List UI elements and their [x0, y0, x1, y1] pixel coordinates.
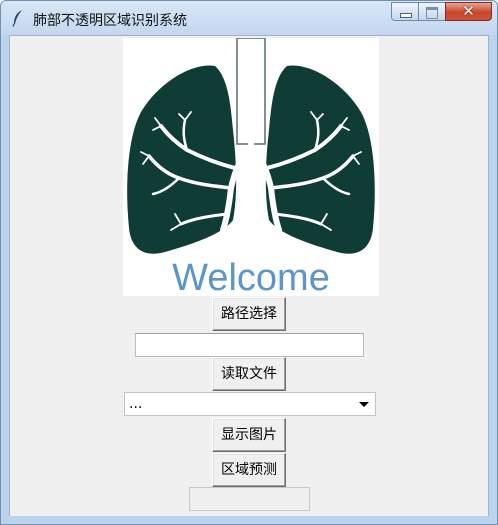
- show-image-button[interactable]: 显示图片: [212, 418, 286, 452]
- window-bottom-border: [1, 516, 497, 524]
- maximize-icon: [426, 7, 438, 19]
- maximize-button[interactable]: [418, 2, 445, 21]
- result-field: [189, 487, 310, 511]
- close-button[interactable]: ✕: [445, 2, 492, 21]
- title-bar: 肺部不透明区域识别系统 ✕: [1, 1, 497, 35]
- predict-region-button[interactable]: 区域预测: [212, 453, 286, 487]
- path-input[interactable]: [135, 333, 364, 357]
- file-select-value: ...: [129, 396, 143, 412]
- main-panel: Welcome 路径选择 读取文件 ... 显示图片 区域预测: [9, 35, 489, 518]
- window-title: 肺部不透明区域识别系统: [33, 13, 187, 29]
- left-lung-shape: [127, 65, 237, 254]
- chevron-down-icon[interactable]: [359, 402, 369, 407]
- nodule-dot: [257, 240, 263, 246]
- feather-icon: [12, 10, 22, 27]
- read-file-button[interactable]: 读取文件: [212, 357, 286, 391]
- app-window: 肺部不透明区域识别系统 ✕ Welcome 路径选择 读取文件 ... 显示图片…: [0, 0, 498, 525]
- file-select-dropdown[interactable]: ...: [124, 392, 376, 416]
- window-controls: ✕: [391, 2, 492, 22]
- trachea-shape: [236, 38, 266, 145]
- right-lung-shape: [265, 65, 375, 254]
- lungs-welcome-image: Welcome: [123, 38, 379, 296]
- select-path-button[interactable]: 路径选择: [212, 297, 286, 331]
- minimize-icon: [400, 13, 412, 18]
- welcome-text: Welcome: [172, 257, 330, 296]
- minimize-button[interactable]: [391, 2, 418, 21]
- close-icon: ✕: [462, 2, 475, 20]
